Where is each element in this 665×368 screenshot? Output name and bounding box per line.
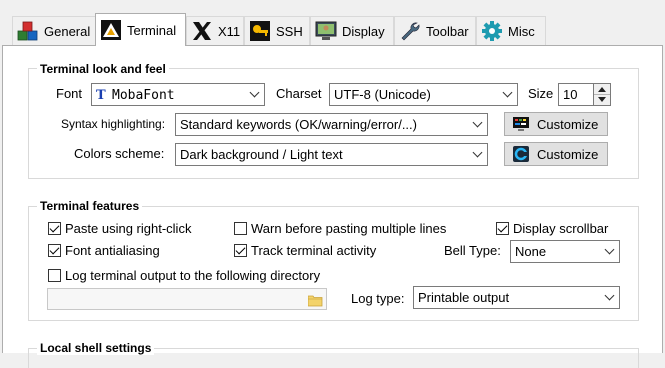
- size-input[interactable]: 10: [558, 83, 594, 106]
- font-value: MobaFont: [112, 88, 175, 103]
- tab-label: Misc: [508, 23, 535, 39]
- spin-up-icon[interactable]: [598, 87, 606, 92]
- tab-x11[interactable]: X11: [186, 16, 244, 45]
- colors-value: Dark background / Light text: [180, 147, 343, 162]
- colors-select[interactable]: Dark background / Light text: [175, 143, 488, 166]
- log-output-label: Log terminal output to the following dir…: [65, 268, 321, 283]
- track-activity-checkbox[interactable]: [234, 244, 247, 257]
- charset-select[interactable]: UTF-8 (Unicode): [329, 83, 518, 106]
- warn-paste-checkbox[interactable]: [234, 222, 247, 235]
- paste-right-click-checkbox[interactable]: [48, 222, 61, 235]
- bell-type-select[interactable]: None: [510, 240, 620, 263]
- tab-label: SSH: [276, 23, 303, 39]
- chevron-down-icon: [472, 147, 483, 158]
- x11-icon: [191, 20, 213, 42]
- tab-display[interactable]: Display: [310, 16, 394, 45]
- display-scrollbar-label: Display scrollbar: [513, 221, 609, 236]
- customize-label: Customize: [537, 146, 599, 162]
- tab-toolbar[interactable]: Toolbar: [394, 16, 476, 45]
- charset-value: UTF-8 (Unicode): [334, 87, 431, 102]
- bell-type-label: Bell Type:: [444, 243, 501, 258]
- font-label: Font: [56, 86, 83, 101]
- chevron-down-icon: [472, 117, 483, 128]
- wrench-icon: [399, 20, 421, 42]
- monitor-icon: [315, 20, 337, 42]
- colors-customize-button[interactable]: Customize: [504, 142, 608, 166]
- tab-misc[interactable]: Misc: [476, 16, 546, 45]
- paste-right-click-label: Paste using right-click: [65, 221, 192, 236]
- tab-label: Terminal: [127, 22, 177, 38]
- tab-label: Display: [342, 23, 385, 39]
- font-antialiasing-label: Font antialiasing: [65, 243, 160, 258]
- key-icon: [249, 20, 271, 42]
- group-title: Terminal look and feel: [37, 62, 169, 76]
- syntax-palette-icon: [513, 117, 529, 131]
- spin-down-icon[interactable]: [598, 97, 606, 102]
- group-title: Terminal features: [37, 199, 143, 213]
- size-spinner[interactable]: [593, 83, 611, 106]
- track-activity-label: Track terminal activity: [251, 243, 377, 258]
- customize-label: Customize: [537, 116, 599, 132]
- chevron-down-icon: [604, 290, 615, 301]
- cubes-icon: [17, 20, 39, 42]
- tab-label: General: [44, 23, 91, 39]
- charset-label: Charset: [276, 86, 322, 101]
- tab-bar: General Terminal X11 SSH Display Toolbar…: [0, 0, 665, 46]
- folder-icon[interactable]: [307, 292, 323, 307]
- size-label: Size: [528, 86, 554, 101]
- syntax-customize-button[interactable]: Customize: [504, 112, 608, 136]
- log-directory-input[interactable]: [47, 288, 327, 310]
- chevron-down-icon: [249, 87, 260, 98]
- tab-label: X11: [218, 23, 241, 39]
- font-select[interactable]: T MobaFont: [91, 83, 265, 106]
- display-scrollbar-checkbox[interactable]: [496, 222, 509, 235]
- size-value: 10: [563, 87, 578, 102]
- gear-icon: [481, 20, 503, 42]
- chevron-down-icon: [604, 244, 615, 255]
- tab-terminal[interactable]: Terminal: [95, 13, 186, 46]
- log-type-select[interactable]: Printable output: [413, 286, 620, 309]
- terminal-settings-panel: Terminal look and feel Font T MobaFont Ch…: [2, 45, 663, 368]
- syntax-select[interactable]: Standard keywords (OK/warning/error/...): [175, 113, 488, 136]
- font-glyph-icon: T: [96, 88, 106, 103]
- colors-label: Colors scheme:: [74, 146, 165, 161]
- syntax-label: Syntax highlighting:: [61, 117, 166, 131]
- syntax-value: Standard keywords (OK/warning/error/...): [180, 117, 417, 132]
- chevron-down-icon: [502, 87, 513, 98]
- color-scheme-icon: [513, 146, 529, 162]
- log-output-checkbox[interactable]: [48, 269, 61, 282]
- tab-label: Toolbar: [426, 23, 469, 39]
- tab-general[interactable]: General: [12, 16, 96, 45]
- tab-ssh[interactable]: SSH: [244, 16, 310, 45]
- font-antialiasing-checkbox[interactable]: [48, 244, 61, 257]
- bell-type-value: None: [515, 244, 547, 259]
- terminal-icon: [100, 19, 122, 41]
- warn-paste-label: Warn before pasting multiple lines: [251, 221, 447, 236]
- log-type-label: Log type:: [351, 291, 405, 306]
- log-type-value: Printable output: [418, 290, 510, 305]
